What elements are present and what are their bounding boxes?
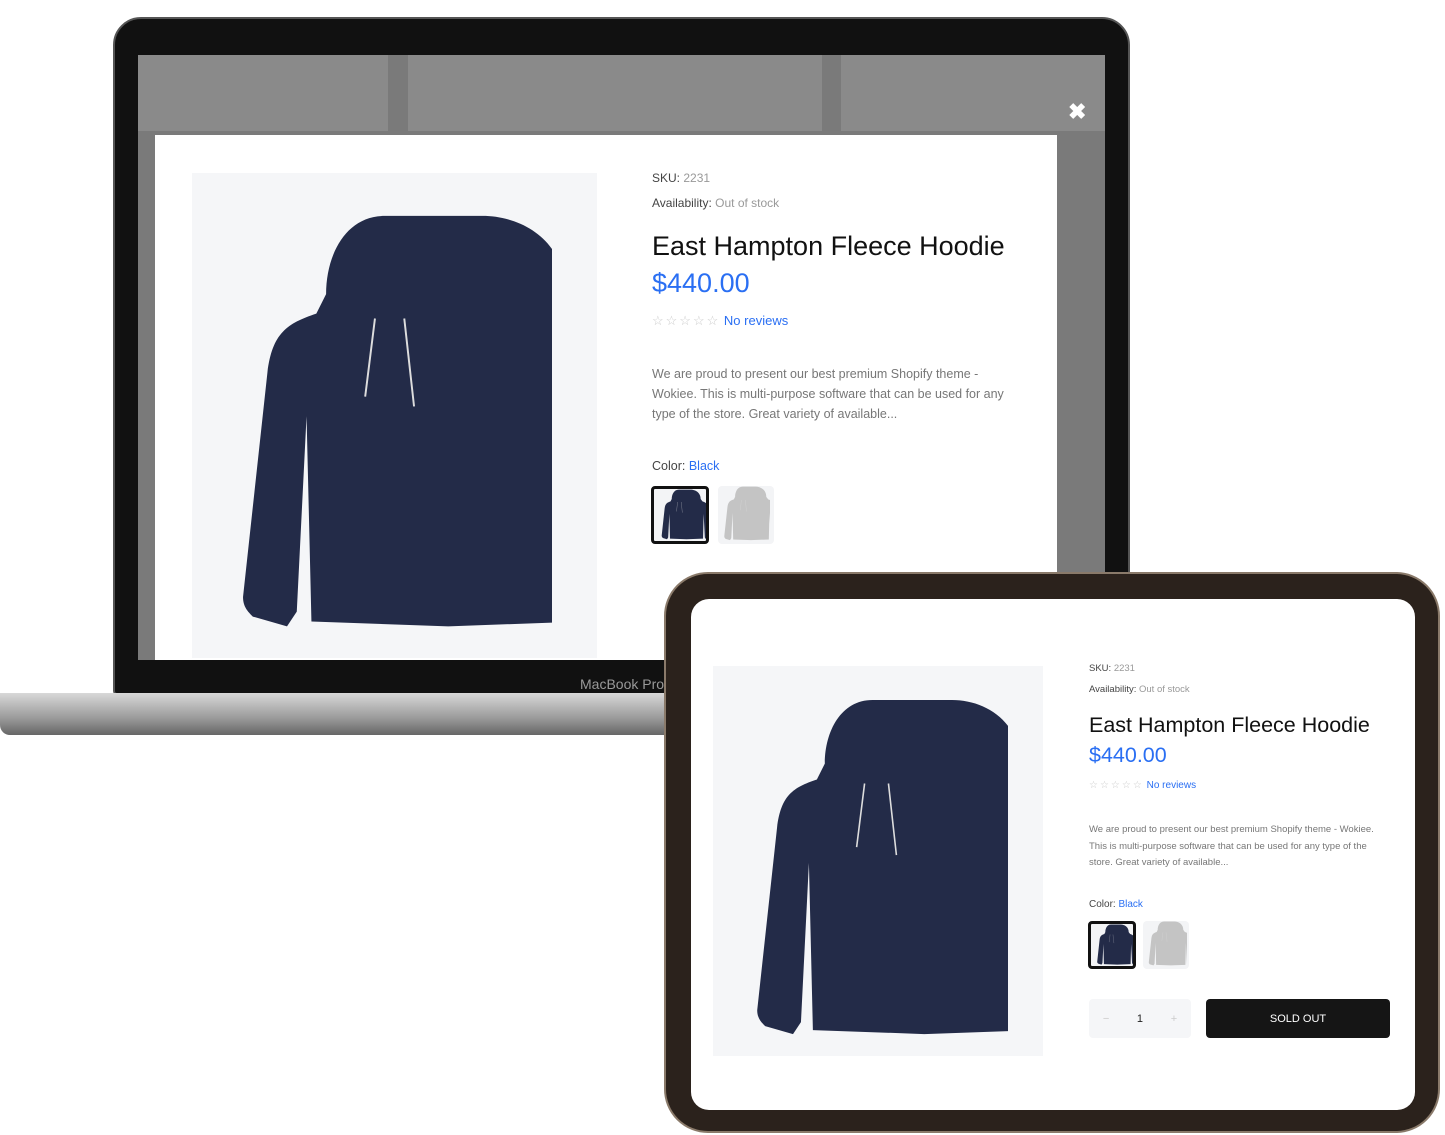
product-image <box>192 173 597 658</box>
swatch-grey[interactable] <box>1143 921 1189 969</box>
sku-label: SKU: <box>1089 663 1112 674</box>
tablet-screen: SKU: 2231 Availability: Out of stock Eas… <box>691 599 1415 1110</box>
sku-value: 2231 <box>1113 663 1135 674</box>
swatch-grey[interactable] <box>718 486 774 544</box>
color-label: Color: <box>1089 899 1116 910</box>
quantity-stepper: − 1 + <box>1089 999 1191 1038</box>
quantity-input[interactable]: 1 <box>1137 1013 1143 1025</box>
background-product-tile <box>841 55 1105 131</box>
product-title: East Hampton Fleece Hoodie <box>1089 713 1370 737</box>
product-price: $440.00 <box>652 268 750 298</box>
sku-value: 2231 <box>683 171 711 185</box>
availability-value: Out of stock <box>1139 684 1190 695</box>
background-product-tile <box>138 55 388 131</box>
color-label: Color: <box>652 459 686 473</box>
product-description: We are proud to present our best premium… <box>652 367 1004 421</box>
tablet-frame: SKU: 2231 Availability: Out of stock Eas… <box>664 572 1440 1133</box>
background-product-tile <box>408 55 822 131</box>
swatch-black[interactable] <box>651 486 709 544</box>
swatch-black[interactable] <box>1088 921 1136 969</box>
availability-value: Out of stock <box>715 196 780 210</box>
reviews-link[interactable]: No reviews <box>724 313 788 328</box>
availability-label: Availability: <box>1089 684 1137 695</box>
availability-label: Availability: <box>652 196 712 210</box>
product-title: East Hampton Fleece Hoodie <box>652 231 1005 261</box>
reviews-link[interactable]: No reviews <box>1147 780 1196 791</box>
close-icon[interactable]: ✖ <box>1068 99 1086 125</box>
laptop-brand: MacBook Pro <box>580 676 665 692</box>
sold-out-button[interactable]: SOLD OUT <box>1206 999 1390 1038</box>
sku-label: SKU: <box>652 171 681 185</box>
color-value: Black <box>688 459 720 473</box>
rating-stars: ☆☆☆☆☆ <box>1089 780 1144 791</box>
rating-stars: ☆☆☆☆☆ <box>652 313 721 328</box>
product-description: We are proud to present our best premium… <box>1089 824 1374 868</box>
increase-button[interactable]: + <box>1171 1013 1177 1025</box>
laptop-screen: ✖ SKU: 2231 Availability: Out of stock E… <box>138 55 1105 660</box>
color-value: Black <box>1118 899 1143 910</box>
product-price: $440.00 <box>1089 743 1167 767</box>
product-image <box>713 666 1043 1056</box>
decrease-button[interactable]: − <box>1103 1013 1109 1025</box>
